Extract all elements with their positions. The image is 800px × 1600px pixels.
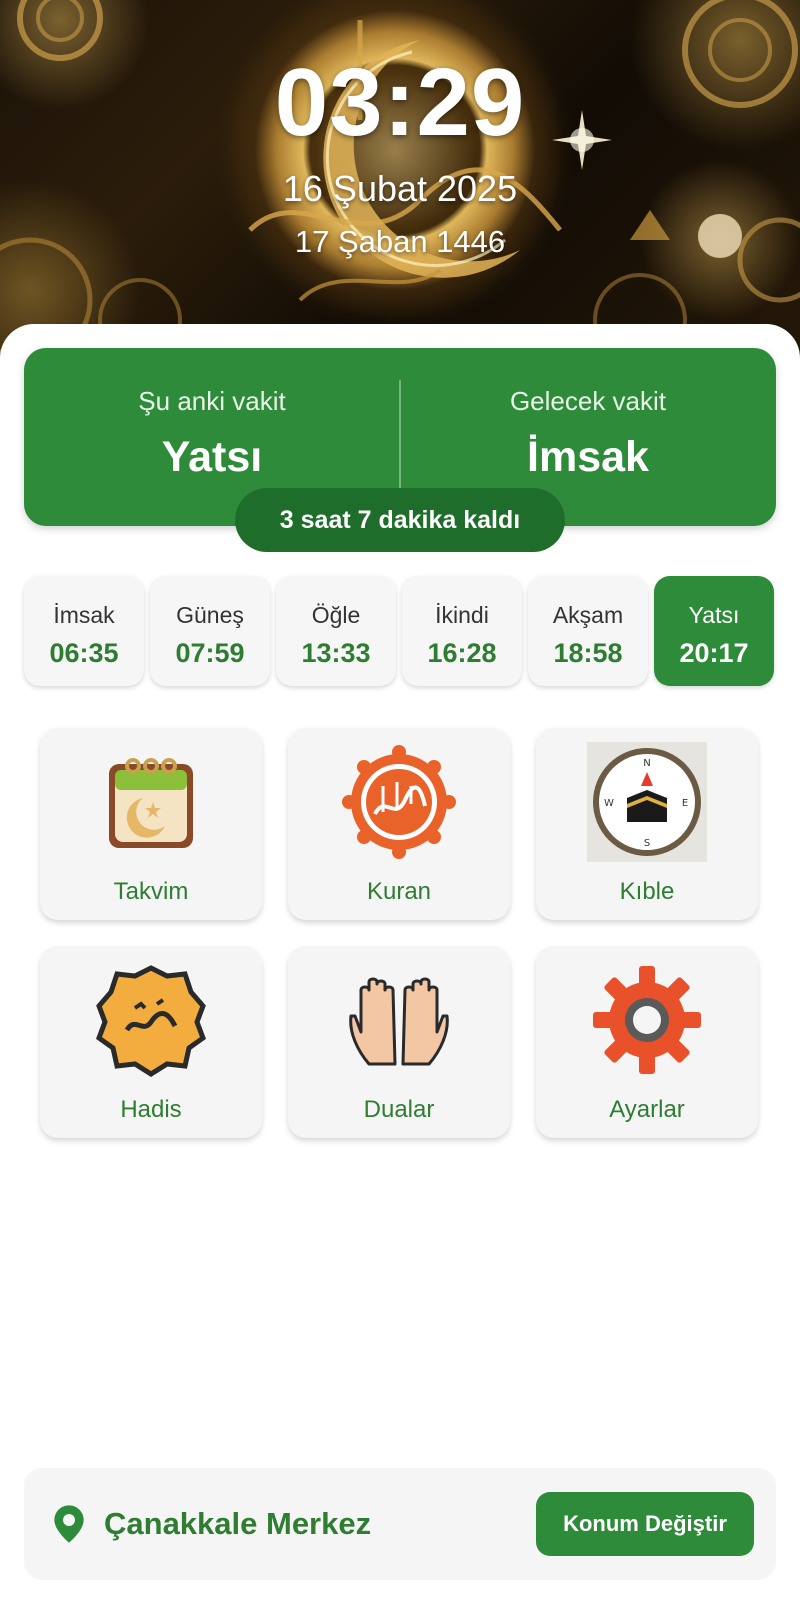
prayer-time-ogle[interactable]: Öğle 13:33 <box>276 576 396 686</box>
tile-dualar[interactable]: Dualar <box>288 946 510 1138</box>
prayer-time-value: 06:35 <box>49 638 119 668</box>
prayer-time-value: 16:28 <box>427 638 497 668</box>
prayer-time-name: Güneş <box>176 602 244 628</box>
prayer-time-name: Akşam <box>552 602 624 628</box>
prayer-times-row: İmsak 06:35 Güneş 07:59 Öğle 13:33 İkind… <box>24 576 776 686</box>
prayer-time-name: Öğle <box>311 602 361 628</box>
prayer-time-yatsi[interactable]: Yatsı 20:17 <box>654 576 774 686</box>
next-prayer-value: İmsak <box>527 433 649 481</box>
hadith-seal-icon <box>95 965 207 1077</box>
tile-label: Ayarlar <box>609 1096 685 1123</box>
clock: 03:29 <box>274 49 526 156</box>
gear-icon <box>593 966 701 1074</box>
hijri-date: 17 Şaban 1446 <box>294 224 506 259</box>
change-location-button[interactable]: Konum Değiştir <box>536 1492 754 1556</box>
prayer-time-value: 07:59 <box>175 638 245 668</box>
prayer-time-name: İmsak <box>53 602 115 628</box>
gregorian-date: 16 Şubat 2025 <box>282 168 518 209</box>
svg-text:W: W <box>604 798 614 809</box>
prayer-time-ikindi[interactable]: İkindi 16:28 <box>402 576 522 686</box>
tile-kuran[interactable]: Kuran <box>288 728 510 920</box>
prayer-time-gunes[interactable]: Güneş 07:59 <box>150 576 270 686</box>
praying-hands-icon <box>349 977 449 1066</box>
svg-text:E: E <box>682 798 688 809</box>
tile-label: Hadis <box>120 1096 182 1123</box>
tile-ayarlar[interactable]: Ayarlar <box>536 946 758 1138</box>
current-prayer-value: Yatsı <box>161 433 263 481</box>
calendar-crescent-icon <box>109 758 193 848</box>
prayer-time-value: 18:58 <box>553 638 623 668</box>
prayer-time-name: Yatsı <box>688 602 740 628</box>
next-prayer-label: Gelecek vakit <box>509 386 667 416</box>
location-bar: Çanakkale Merkez Konum Değiştir <box>24 1468 776 1580</box>
countdown-badge: 3 saat 7 dakika kaldı <box>235 488 565 552</box>
location-name: Çanakkale Merkez <box>104 1506 372 1541</box>
prayer-time-value: 20:17 <box>679 638 749 668</box>
tile-label: Kuran <box>366 878 432 905</box>
qibla-compass-icon: N S W E <box>587 742 707 862</box>
tile-label: Dualar <box>363 1096 435 1123</box>
prayer-time-imsak[interactable]: İmsak 06:35 <box>24 576 144 686</box>
prayer-time-name: İkindi <box>435 602 489 628</box>
tile-kible[interactable]: N S W E Kıble <box>536 728 758 920</box>
tile-label: Kıble <box>619 878 675 905</box>
prayer-time-aksam[interactable]: Akşam 18:58 <box>528 576 648 686</box>
tile-hadis[interactable]: Hadis <box>40 946 262 1138</box>
header-banner: 03:29 16 Şubat 2025 17 Şaban 1446 <box>0 0 800 360</box>
svg-text:N: N <box>643 758 650 769</box>
location-pin-icon <box>54 1505 84 1543</box>
tile-label: Takvim <box>113 878 189 905</box>
quran-emblem-icon <box>342 745 456 859</box>
tile-takvim[interactable]: Takvim <box>40 728 262 920</box>
svg-text:S: S <box>644 838 650 849</box>
current-prayer-label: Şu anki vakit <box>138 386 286 416</box>
prayer-time-value: 13:33 <box>301 638 371 668</box>
